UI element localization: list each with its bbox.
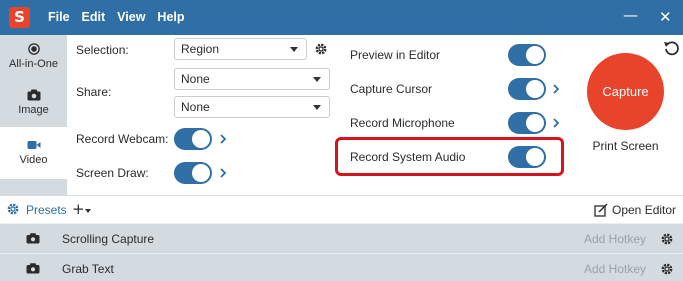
menu-bar: File Edit View Help (48, 10, 197, 24)
selection-label: Selection: (76, 43, 129, 57)
reset-icon[interactable] (663, 40, 679, 56)
mode-image[interactable]: Image (0, 81, 67, 127)
chevron-right-icon[interactable] (219, 168, 227, 178)
video-camera-icon (27, 141, 40, 149)
add-hotkey-link[interactable]: Add Hotkey (584, 232, 646, 246)
title-bar: S File Edit View Help — ✕ (0, 0, 683, 35)
close-icon[interactable]: ✕ (659, 10, 672, 25)
mode-all-in-one[interactable]: All-in-One (0, 35, 67, 81)
capture-button[interactable]: Capture (587, 53, 664, 130)
minimize-icon[interactable]: — (623, 8, 638, 23)
menu-view[interactable]: View (117, 10, 145, 24)
mode-video-label: Video (19, 154, 48, 166)
toggle-knob (192, 164, 210, 182)
preset-row[interactable]: Grab Text Add Hotkey (0, 254, 683, 281)
chevron-right-icon[interactable] (552, 118, 560, 128)
share-value-1: None (181, 72, 210, 86)
presets-bar: Presets + Open Editor (0, 195, 683, 223)
capture-mode-sidebar: All-in-One Image Video (0, 35, 67, 195)
capture-cursor-toggle[interactable] (508, 78, 546, 100)
gear-icon[interactable] (660, 262, 674, 276)
selection-dropdown[interactable]: Region (174, 38, 307, 60)
record-microphone-label: Record Microphone (350, 116, 455, 130)
open-editor-button[interactable]: Open Editor (612, 203, 676, 217)
toggle-knob (526, 80, 544, 98)
record-microphone-toggle[interactable] (508, 112, 546, 134)
app-logo: S (9, 7, 30, 28)
add-hotkey-link[interactable]: Add Hotkey (584, 262, 646, 276)
preview-in-editor-toggle[interactable] (508, 44, 546, 66)
screen-draw-toggle[interactable] (174, 162, 212, 184)
chevron-down-icon (313, 105, 321, 110)
chevron-right-icon[interactable] (219, 134, 227, 144)
record-webcam-label: Record Webcam: (76, 132, 169, 146)
presets-gear-icon[interactable] (6, 202, 20, 216)
camera-icon (26, 263, 40, 274)
selection-value: Region (181, 42, 220, 56)
gear-icon[interactable] (660, 232, 674, 246)
all-in-one-icon (27, 43, 40, 55)
mode-image-label: Image (18, 104, 49, 116)
toggle-knob (526, 46, 544, 64)
chevron-down-icon (290, 47, 298, 52)
preset-row[interactable]: Scrolling Capture Add Hotkey (0, 224, 683, 253)
toggle-knob (526, 114, 544, 132)
preset-name: Grab Text (62, 262, 114, 276)
share-dropdown-2[interactable]: None (174, 96, 330, 118)
mode-video[interactable]: Video (0, 127, 67, 179)
menu-edit[interactable]: Edit (82, 10, 106, 24)
record-webcam-toggle[interactable] (174, 128, 212, 150)
share-label: Share: (76, 85, 112, 99)
capture-hotkey-label: Print Screen (592, 139, 659, 153)
edit-icon[interactable] (594, 203, 608, 217)
presets-label[interactable]: Presets (26, 203, 67, 217)
screen-draw-label: Screen Draw: (76, 166, 149, 180)
chevron-down-icon (313, 77, 321, 82)
preset-name: Scrolling Capture (62, 232, 155, 246)
share-value-2: None (181, 100, 210, 114)
toggle-knob (192, 130, 210, 148)
camera-icon (27, 89, 40, 101)
camera-icon (26, 233, 40, 244)
menu-file[interactable]: File (48, 10, 70, 24)
preview-in-editor-label: Preview in Editor (350, 48, 441, 62)
add-preset-icon[interactable]: + (72, 200, 85, 218)
mode-all-in-one-label: All-in-One (9, 58, 58, 70)
capture-cursor-label: Capture Cursor (350, 82, 433, 96)
share-dropdown-1[interactable]: None (174, 68, 330, 90)
highlight-frame (335, 137, 564, 176)
chevron-right-icon[interactable] (552, 84, 560, 94)
menu-help[interactable]: Help (157, 10, 184, 24)
gear-icon[interactable] (314, 42, 328, 56)
chevron-down-icon[interactable] (85, 209, 91, 213)
